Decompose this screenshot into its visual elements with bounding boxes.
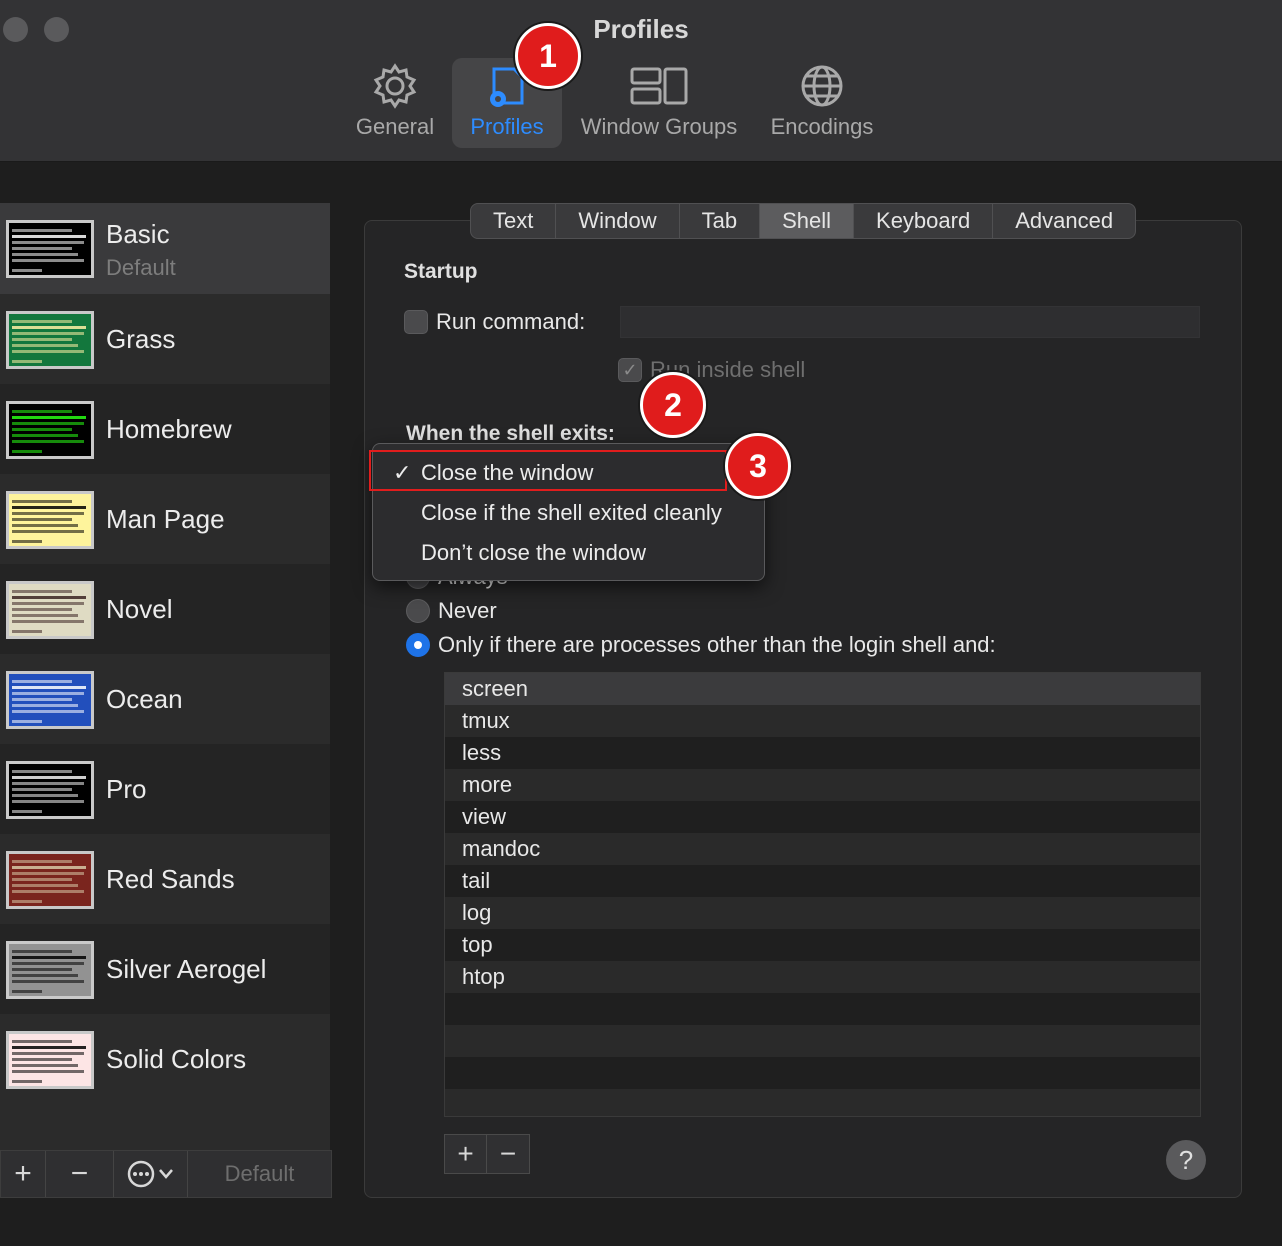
profile-thumbnail	[6, 581, 94, 639]
window-title: Profiles	[593, 14, 689, 44]
step-marker-1: 1	[515, 23, 581, 89]
tab-shell[interactable]: Shell	[760, 204, 855, 238]
profile-name: Homebrew	[106, 414, 232, 444]
profile-thumbnail	[6, 671, 94, 729]
process-row[interactable]: screen	[445, 673, 1200, 705]
add-process-button[interactable]: +	[445, 1135, 487, 1173]
profile-item[interactable]: Homebrew	[0, 384, 330, 474]
ask-if-processes-radio[interactable]	[406, 633, 430, 657]
profile-item[interactable]: Basic Default	[0, 203, 330, 294]
process-row[interactable]: more	[445, 769, 1200, 801]
profile-item[interactable]: Man Page	[0, 474, 330, 564]
profile-default-label: Default	[106, 255, 176, 280]
profile-item[interactable]: Pro	[0, 744, 330, 834]
run-inside-shell-checkbox[interactable]: ✓	[618, 358, 642, 382]
process-row[interactable]: htop	[445, 961, 1200, 993]
sidebar-toolbar: + − Default	[0, 1150, 332, 1198]
menu-item-label: Don’t close the window	[421, 540, 647, 565]
toolbar-encodings[interactable]: Encodings	[758, 58, 886, 148]
profile-name: Basic	[106, 219, 170, 249]
run-command-label: Run command:	[436, 309, 586, 334]
menu-item-dont-close[interactable]: Don’t close the window	[373, 535, 766, 571]
remove-process-button[interactable]: −	[487, 1135, 529, 1173]
globe-icon	[758, 58, 886, 114]
process-row[interactable]: log	[445, 897, 1200, 929]
step-marker-3: 3	[725, 433, 791, 499]
gear-icon	[346, 58, 444, 114]
profile-thumbnail	[6, 941, 94, 999]
process-row[interactable]: tmux	[445, 705, 1200, 737]
help-button[interactable]: ?	[1166, 1140, 1206, 1180]
tab-text[interactable]: Text	[471, 204, 557, 238]
step-marker-2: 2	[640, 372, 706, 438]
process-row[interactable]: view	[445, 801, 1200, 833]
window-groups-icon	[570, 58, 748, 114]
profile-name: Solid Colors	[106, 1044, 247, 1074]
process-list-buttons: + −	[444, 1134, 530, 1174]
profile-name: Pro	[106, 774, 147, 804]
process-row[interactable]: tail	[445, 865, 1200, 897]
process-row[interactable]: mandoc	[445, 833, 1200, 865]
profile-thumbnail	[6, 851, 94, 909]
profile-name: Silver Aerogel	[106, 954, 267, 984]
tab-window[interactable]: Window	[556, 204, 680, 238]
toolbar-window-groups-label: Window Groups	[580, 114, 738, 139]
menu-item-close-if-clean[interactable]: Close if the shell exited cleanly	[373, 495, 766, 531]
empty-row	[445, 1089, 1200, 1116]
process-list[interactable]: screen tmux less more view mandoc tail log top ht…	[444, 672, 1201, 1117]
toolbar-general-label: General	[355, 114, 435, 139]
process-row[interactable]: less	[445, 737, 1200, 769]
ask-never-label: Never	[438, 598, 497, 623]
profile-item[interactable]: Novel	[0, 564, 330, 654]
process-row[interactable]: top	[445, 929, 1200, 961]
tab-advanced[interactable]: Advanced	[993, 204, 1135, 238]
profile-name: Ocean	[106, 684, 183, 714]
add-profile-button[interactable]: +	[1, 1151, 46, 1197]
profile-item[interactable]: Red Sands	[0, 834, 330, 924]
toolbar-window-groups[interactable]: Window Groups	[570, 58, 748, 148]
profile-item[interactable]: Silver Aerogel	[0, 924, 330, 1014]
profile-thumbnail	[6, 311, 94, 369]
run-command-field[interactable]	[620, 306, 1200, 338]
profile-thumbnail	[6, 491, 94, 549]
profile-thumbnail	[6, 761, 94, 819]
menu-item-label: Close if the shell exited cleanly	[421, 500, 722, 525]
ask-never-radio[interactable]	[406, 599, 430, 623]
startup-heading: Startup	[404, 260, 478, 283]
tab-keyboard[interactable]: Keyboard	[854, 204, 994, 238]
highlight-box	[369, 450, 727, 491]
profile-item[interactable]: Grass	[0, 294, 330, 384]
profile-name: Man Page	[106, 504, 225, 534]
empty-row	[445, 1057, 1200, 1089]
toolbar-profiles-label: Profiles	[470, 114, 544, 139]
process-rows: screen tmux less more view mandoc tail log top ht…	[445, 673, 1200, 1116]
set-default-button[interactable]: Default	[188, 1151, 331, 1197]
settings-tabs: Text Window Tab Shell Keyboard Advanced	[470, 203, 1137, 239]
profile-name: Novel	[106, 594, 173, 624]
profile-sidebar: Basic Default Grass Homebrew Man Page Novel Oc…	[0, 203, 330, 1153]
profile-name: Red Sands	[106, 864, 235, 894]
run-command-checkbox[interactable]	[404, 310, 428, 334]
profile-thumbnail	[6, 1031, 94, 1089]
profile-item[interactable]: Ocean	[0, 654, 330, 744]
more-actions-button[interactable]	[114, 1151, 188, 1197]
profile-name: Grass	[106, 324, 176, 354]
profile-thumbnail	[6, 401, 94, 459]
profile-thumbnail	[6, 220, 94, 278]
tab-tab[interactable]: Tab	[680, 204, 761, 238]
empty-row	[445, 1025, 1200, 1057]
profile-item[interactable]: Solid Colors	[0, 1014, 330, 1104]
ellipsis-circle-icon	[127, 1160, 173, 1188]
empty-row	[445, 993, 1200, 1025]
toolbar-encodings-label: Encodings	[770, 114, 874, 139]
ask-if-processes-label: Only if there are processes other than t…	[438, 632, 996, 657]
toolbar-general[interactable]: General	[346, 58, 444, 148]
remove-profile-button[interactable]: −	[46, 1151, 114, 1197]
toolbar: Profiles General Profiles Window Groups …	[0, 0, 1282, 162]
